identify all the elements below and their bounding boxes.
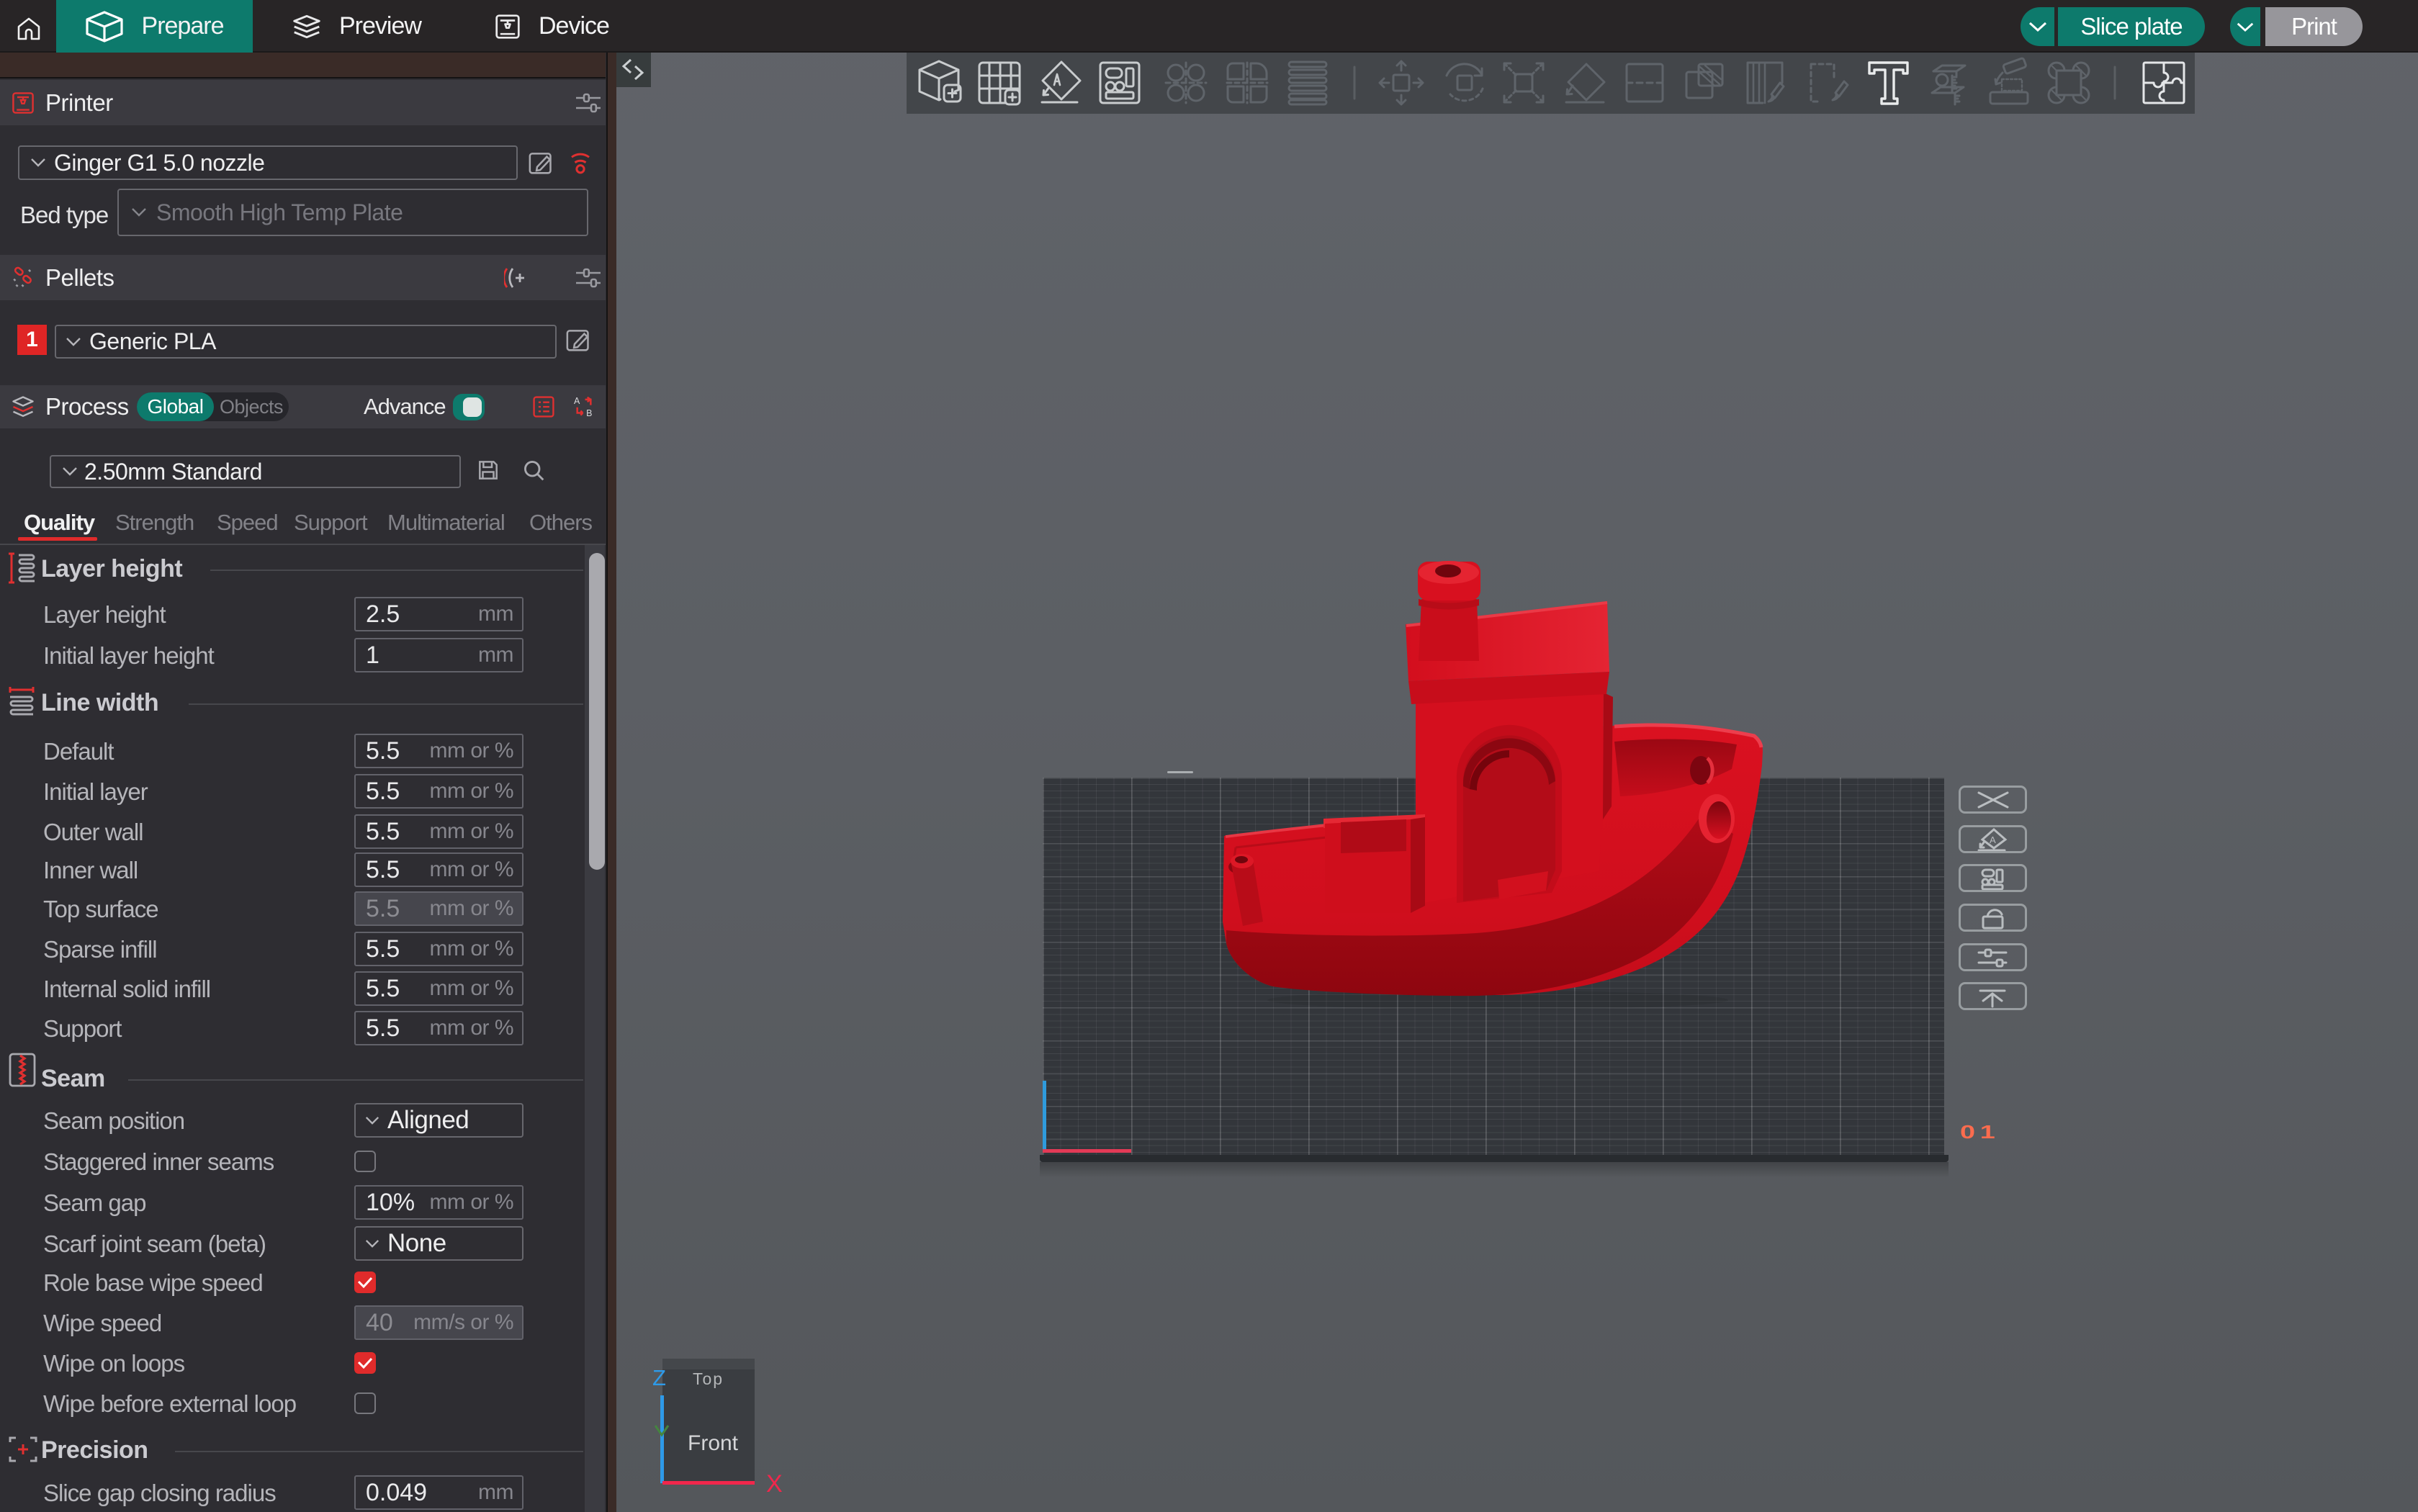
svg-text:B: B bbox=[586, 408, 592, 418]
svg-text:A: A bbox=[574, 396, 580, 406]
